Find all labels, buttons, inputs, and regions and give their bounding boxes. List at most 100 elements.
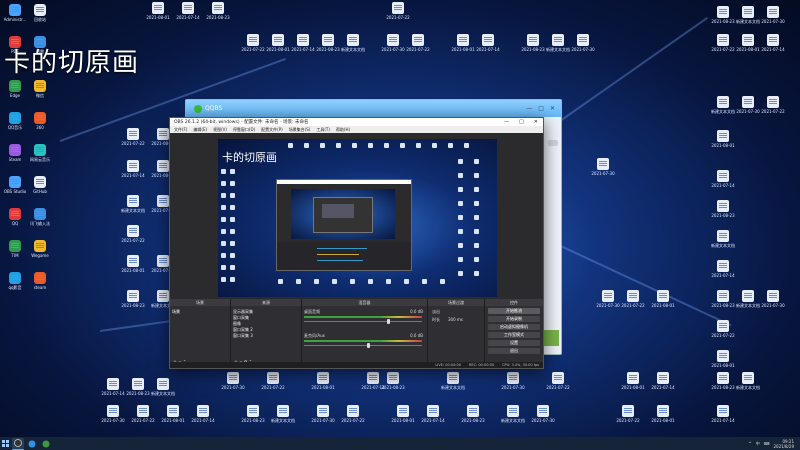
desktop-app-icon[interactable]: 360 [27, 112, 53, 130]
menu-docks[interactable]: 停靠窗口(D) [233, 127, 255, 133]
desktop-file-icon[interactable]: 2021-07-22 [120, 128, 146, 146]
desktop-app-icon[interactable]: 迅雷 [27, 36, 53, 54]
desktop-file-icon[interactable]: 新建文本文档 [340, 34, 366, 52]
menu-view[interactable]: 视图(V) [213, 127, 227, 133]
desktop-file-icon[interactable]: 2021-07-14 [420, 405, 446, 423]
desktop-file-icon[interactable]: 2021-07-22 [385, 2, 411, 20]
desktop-file-icon[interactable]: 2021-07-22 [545, 372, 571, 390]
desktop-file-icon[interactable]: 新建文本文档 [735, 290, 761, 308]
tray-expand-icon[interactable]: ^ [748, 441, 751, 446]
desktop-file-icon[interactable]: 2021-07-22 [405, 34, 431, 52]
desktop-file-icon[interactable]: 2021-08-23 [120, 290, 146, 308]
desktop-app-icon[interactable]: steam [27, 272, 53, 290]
desktop-file-icon[interactable]: 2021-07-30 [100, 405, 126, 423]
desktop-file-icon[interactable]: 2021-07-30 [760, 6, 786, 24]
desktop-file-icon[interactable]: 2021-08-01 [650, 405, 676, 423]
desktop-file-icon[interactable]: 2021-07-22 [240, 34, 266, 52]
desktop-file-icon[interactable]: 新建文本文档 [735, 372, 761, 390]
desktop-file-icon[interactable]: 2021-08-23 [125, 378, 151, 396]
desktop-app-icon[interactable]: Wegame [27, 240, 53, 258]
desktop-file-icon[interactable]: 2021-07-14 [190, 405, 216, 423]
desktop-file-icon[interactable]: 2021-07-22 [710, 320, 736, 338]
desktop-file-icon[interactable]: 2021-07-30 [500, 372, 526, 390]
desktop-file-icon[interactable]: 2021-07-14 [475, 34, 501, 52]
desktop-file-icon[interactable]: 2021-08-01 [450, 34, 476, 52]
desktop-file-icon[interactable]: 2021-08-23 [240, 405, 266, 423]
desktop-file-icon[interactable]: 2021-08-23 [710, 372, 736, 390]
desktop-file-icon[interactable]: 2021-08-01 [735, 34, 761, 52]
transition-select[interactable]: 淡出 [432, 309, 440, 315]
audio-slider[interactable] [304, 321, 422, 322]
duration-input[interactable]: 300 ms [448, 317, 463, 322]
qq-green-button[interactable] [543, 330, 559, 346]
volume-knob[interactable] [367, 343, 371, 348]
desktop-app-icon[interactable]: Edge [2, 80, 28, 98]
qq-side-icon[interactable] [548, 140, 558, 146]
desktop-file-icon[interactable]: 2021-08-01 [710, 350, 736, 368]
desktop-file-icon[interactable]: 2021-08-23 [710, 290, 736, 308]
desktop-file-icon[interactable]: 2021-07-14 [290, 34, 316, 52]
desktop-file-icon[interactable]: 2021-08-23 [460, 405, 486, 423]
desktop-file-icon[interactable]: 2021-08-01 [390, 405, 416, 423]
desktop-file-icon[interactable]: 2021-08-01 [650, 290, 676, 308]
settings-button[interactable]: 设置 [488, 340, 540, 346]
maximize-icon[interactable]: □ [519, 119, 524, 125]
desktop-app-icon[interactable]: Steam [2, 144, 28, 162]
start-recording-button[interactable]: 开始录制 [488, 316, 540, 322]
desktop-file-icon[interactable]: 2021-08-01 [145, 2, 171, 20]
clock[interactable]: 09:21 2021/8/29 [773, 439, 794, 449]
desktop-app-icon[interactable]: OBS Studio [2, 176, 28, 194]
desktop-app-icon[interactable]: QQ音乐 [2, 112, 28, 130]
desktop-app-icon[interactable]: 网易云音乐 [27, 144, 53, 162]
obs-window[interactable]: OBS 26.1.2 (64-bit, windows) - 配置文件: 未命名… [169, 117, 544, 369]
desktop-file-icon[interactable]: 2021-08-23 [205, 2, 231, 20]
source-item[interactable]: 窗口采集 3 [233, 333, 253, 339]
desktop-file-icon[interactable]: 2021-08-23 [520, 34, 546, 52]
start-streaming-button[interactable]: 开始推流 [488, 308, 540, 314]
taskbar-browser-button[interactable] [40, 438, 52, 449]
menu-help[interactable]: 帮助(H) [336, 127, 350, 133]
desktop-file-icon[interactable]: 2021-07-22 [130, 405, 156, 423]
desktop-file-icon[interactable]: 新建文本文档 [545, 34, 571, 52]
menu-scene-collection[interactable]: 场景集合(S) [289, 127, 311, 133]
keyboard-icon[interactable]: ⌨ [764, 441, 770, 446]
desktop-file-icon[interactable]: 2021-08-23 [380, 372, 406, 390]
ime-indicator[interactable]: 中 [756, 441, 760, 447]
desktop-file-icon[interactable]: 2021-07-22 [260, 372, 286, 390]
desktop-file-icon[interactable]: 2021-07-22 [620, 290, 646, 308]
menu-edit[interactable]: 编辑(E) [193, 127, 207, 133]
studio-mode-button[interactable]: 工作室模式 [488, 332, 540, 338]
desktop-file-icon[interactable]: 新建文本文档 [440, 372, 466, 390]
desktop-file-icon[interactable]: 2021-08-01 [620, 372, 646, 390]
start-button[interactable] [0, 437, 10, 450]
desktop-app-icon[interactable]: QQ [2, 208, 28, 226]
desktop-file-icon[interactable]: 2021-07-30 [220, 372, 246, 390]
qq-titlebar[interactable]: QQBS — □ ✕ [186, 100, 561, 117]
desktop-file-icon[interactable]: 2021-07-14 [100, 378, 126, 396]
desktop-file-icon[interactable]: 2021-07-30 [760, 290, 786, 308]
obs-titlebar[interactable]: OBS 26.1.2 (64-bit, windows) - 配置文件: 未命名… [170, 118, 543, 126]
exit-button[interactable]: 退出 [488, 348, 540, 354]
desktop-app-icon[interactable]: PDF [2, 36, 28, 54]
maximize-icon[interactable]: □ [538, 105, 544, 112]
desktop-file-icon[interactable]: 2021-07-30 [310, 405, 336, 423]
desktop-file-icon[interactable]: 新建文本文档 [270, 405, 296, 423]
desktop-file-icon[interactable]: 2021-07-30 [735, 96, 761, 114]
desktop-file-icon[interactable]: 新建文本文档 [120, 195, 146, 213]
desktop-app-icon[interactable]: Administr... [2, 4, 28, 22]
desktop-file-icon[interactable]: 2021-07-14 [120, 160, 146, 178]
desktop-file-icon[interactable]: 2021-07-14 [650, 372, 676, 390]
desktop-file-icon[interactable]: 2021-08-23 [315, 34, 341, 52]
desktop-file-icon[interactable]: 新建文本文档 [710, 96, 736, 114]
obs-preview[interactable]: 卡的切原画 [218, 139, 497, 297]
desktop-app-icon[interactable]: qq影音 [2, 272, 28, 290]
minimize-icon[interactable]: — [504, 119, 509, 125]
desktop-file-icon[interactable]: 2021-07-30 [590, 158, 616, 176]
desktop-file-icon[interactable]: 新建文本文档 [735, 6, 761, 24]
desktop-file-icon[interactable]: 2021-07-14 [710, 405, 736, 423]
desktop-file-icon[interactable]: 2021-07-22 [760, 96, 786, 114]
desktop-file-icon[interactable]: 2021-07-30 [570, 34, 596, 52]
taskbar-qq-button[interactable] [26, 438, 38, 449]
taskbar-obs-button[interactable] [12, 437, 24, 450]
desktop-app-icon[interactable]: TIM [2, 240, 28, 258]
